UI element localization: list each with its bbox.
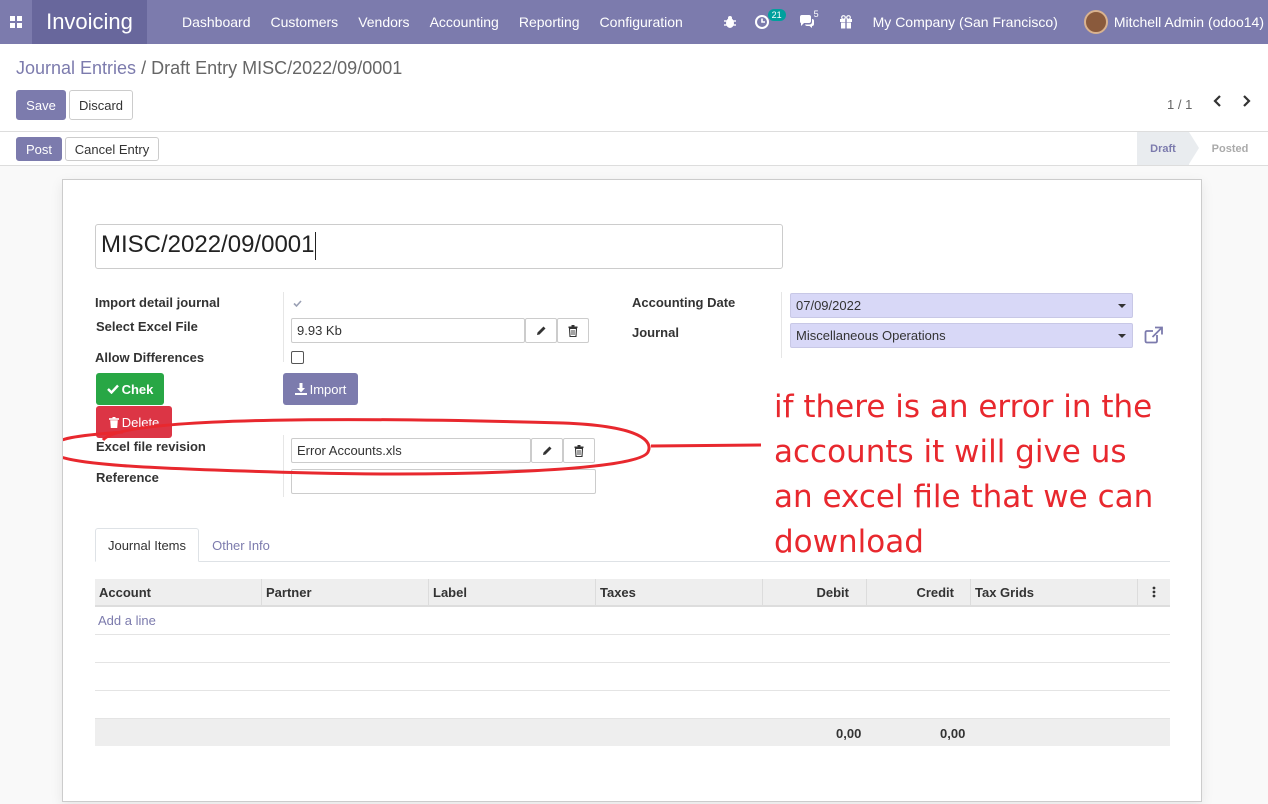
gift-icon[interactable] <box>839 15 853 29</box>
menu-item-accounting[interactable]: Accounting <box>430 14 499 30</box>
post-button[interactable]: Post <box>16 137 62 161</box>
discard-button[interactable]: Discard <box>69 90 133 120</box>
column-taxes[interactable]: Taxes <box>596 579 763 605</box>
messages-icon[interactable]: 5 <box>799 9 819 29</box>
column-debit[interactable]: Debit <box>763 579 867 605</box>
table-row <box>95 635 1170 663</box>
menu-item-dashboard[interactable]: Dashboard <box>182 14 251 30</box>
statusbar: Post Cancel Entry Draft Posted <box>0 132 1268 166</box>
user-menu[interactable]: Mitchell Admin (odoo14) <box>1114 14 1264 30</box>
column-tax-grids[interactable]: Tax Grids <box>971 579 1138 605</box>
control-panel: Journal Entries / Draft Entry MISC/2022/… <box>0 44 1268 132</box>
table-row <box>95 663 1170 691</box>
breadcrumb-separator: / <box>141 58 147 78</box>
app-name[interactable]: Invoicing <box>32 0 147 44</box>
pager-next-icon[interactable] <box>1241 94 1251 113</box>
total-credit: 0,00 <box>940 726 966 741</box>
menu-item-customers[interactable]: Customers <box>271 14 339 30</box>
menu-item-reporting[interactable]: Reporting <box>519 14 580 30</box>
apps-menu-icon[interactable] <box>0 0 32 44</box>
breadcrumb-current: Draft Entry MISC/2022/09/0001 <box>151 58 403 78</box>
main-menu: Dashboard Customers Vendors Accounting R… <box>182 14 703 30</box>
menu-item-configuration[interactable]: Configuration <box>600 14 683 30</box>
form-sheet: MISC/2022/09/0001 Import detail journal … <box>62 179 1202 802</box>
pager-value[interactable]: 1 / 1 <box>1167 97 1192 112</box>
activity-count-badge: 21 <box>767 9 786 21</box>
add-a-line-link[interactable]: Add a line <box>98 613 156 628</box>
table-header: Account Partner Label Taxes Debit Credit… <box>95 579 1170 607</box>
menu-item-vendors[interactable]: Vendors <box>358 14 409 30</box>
bug-icon[interactable] <box>723 15 737 29</box>
user-avatar[interactable] <box>1083 10 1108 34</box>
column-partner[interactable]: Partner <box>262 579 429 605</box>
save-button[interactable]: Save <box>16 90 66 120</box>
stage-posted[interactable]: Posted <box>1205 132 1255 165</box>
navbar-systray: 21 5 My Company (San Francisco) Mitchell… <box>707 0 1268 44</box>
activity-clock-icon[interactable]: 21 <box>754 9 786 29</box>
message-count-badge: 5 <box>813 9 819 19</box>
breadcrumb-journal-entries[interactable]: Journal Entries <box>16 58 136 78</box>
stage-draft: Draft <box>1137 132 1189 165</box>
breadcrumb: Journal Entries / Draft Entry MISC/2022/… <box>16 58 402 79</box>
tab-other-info[interactable]: Other Info <box>199 528 283 562</box>
top-navbar: Invoicing Dashboard Customers Vendors Ac… <box>0 0 1268 44</box>
journal-items-table: Account Partner Label Taxes Debit Credit… <box>95 579 1170 746</box>
table-footer-totals: 0,00 0,00 <box>95 719 1170 746</box>
stage-arrow <box>1189 132 1199 164</box>
pager-previous-icon[interactable] <box>1213 94 1223 113</box>
table-row <box>95 691 1170 719</box>
tab-journal-items[interactable]: Journal Items <box>95 528 199 562</box>
column-label[interactable]: Label <box>429 579 596 605</box>
column-account[interactable]: Account <box>95 579 262 605</box>
column-credit[interactable]: Credit <box>867 579 971 605</box>
optional-columns-icon[interactable] <box>1138 579 1170 605</box>
company-switcher[interactable]: My Company (San Francisco) <box>873 14 1058 30</box>
cancel-entry-button[interactable]: Cancel Entry <box>65 137 159 161</box>
total-debit: 0,00 <box>836 726 862 741</box>
table-row: Add a line <box>95 607 1170 635</box>
notebook-tabs: Journal Items Other Info <box>95 528 1170 562</box>
